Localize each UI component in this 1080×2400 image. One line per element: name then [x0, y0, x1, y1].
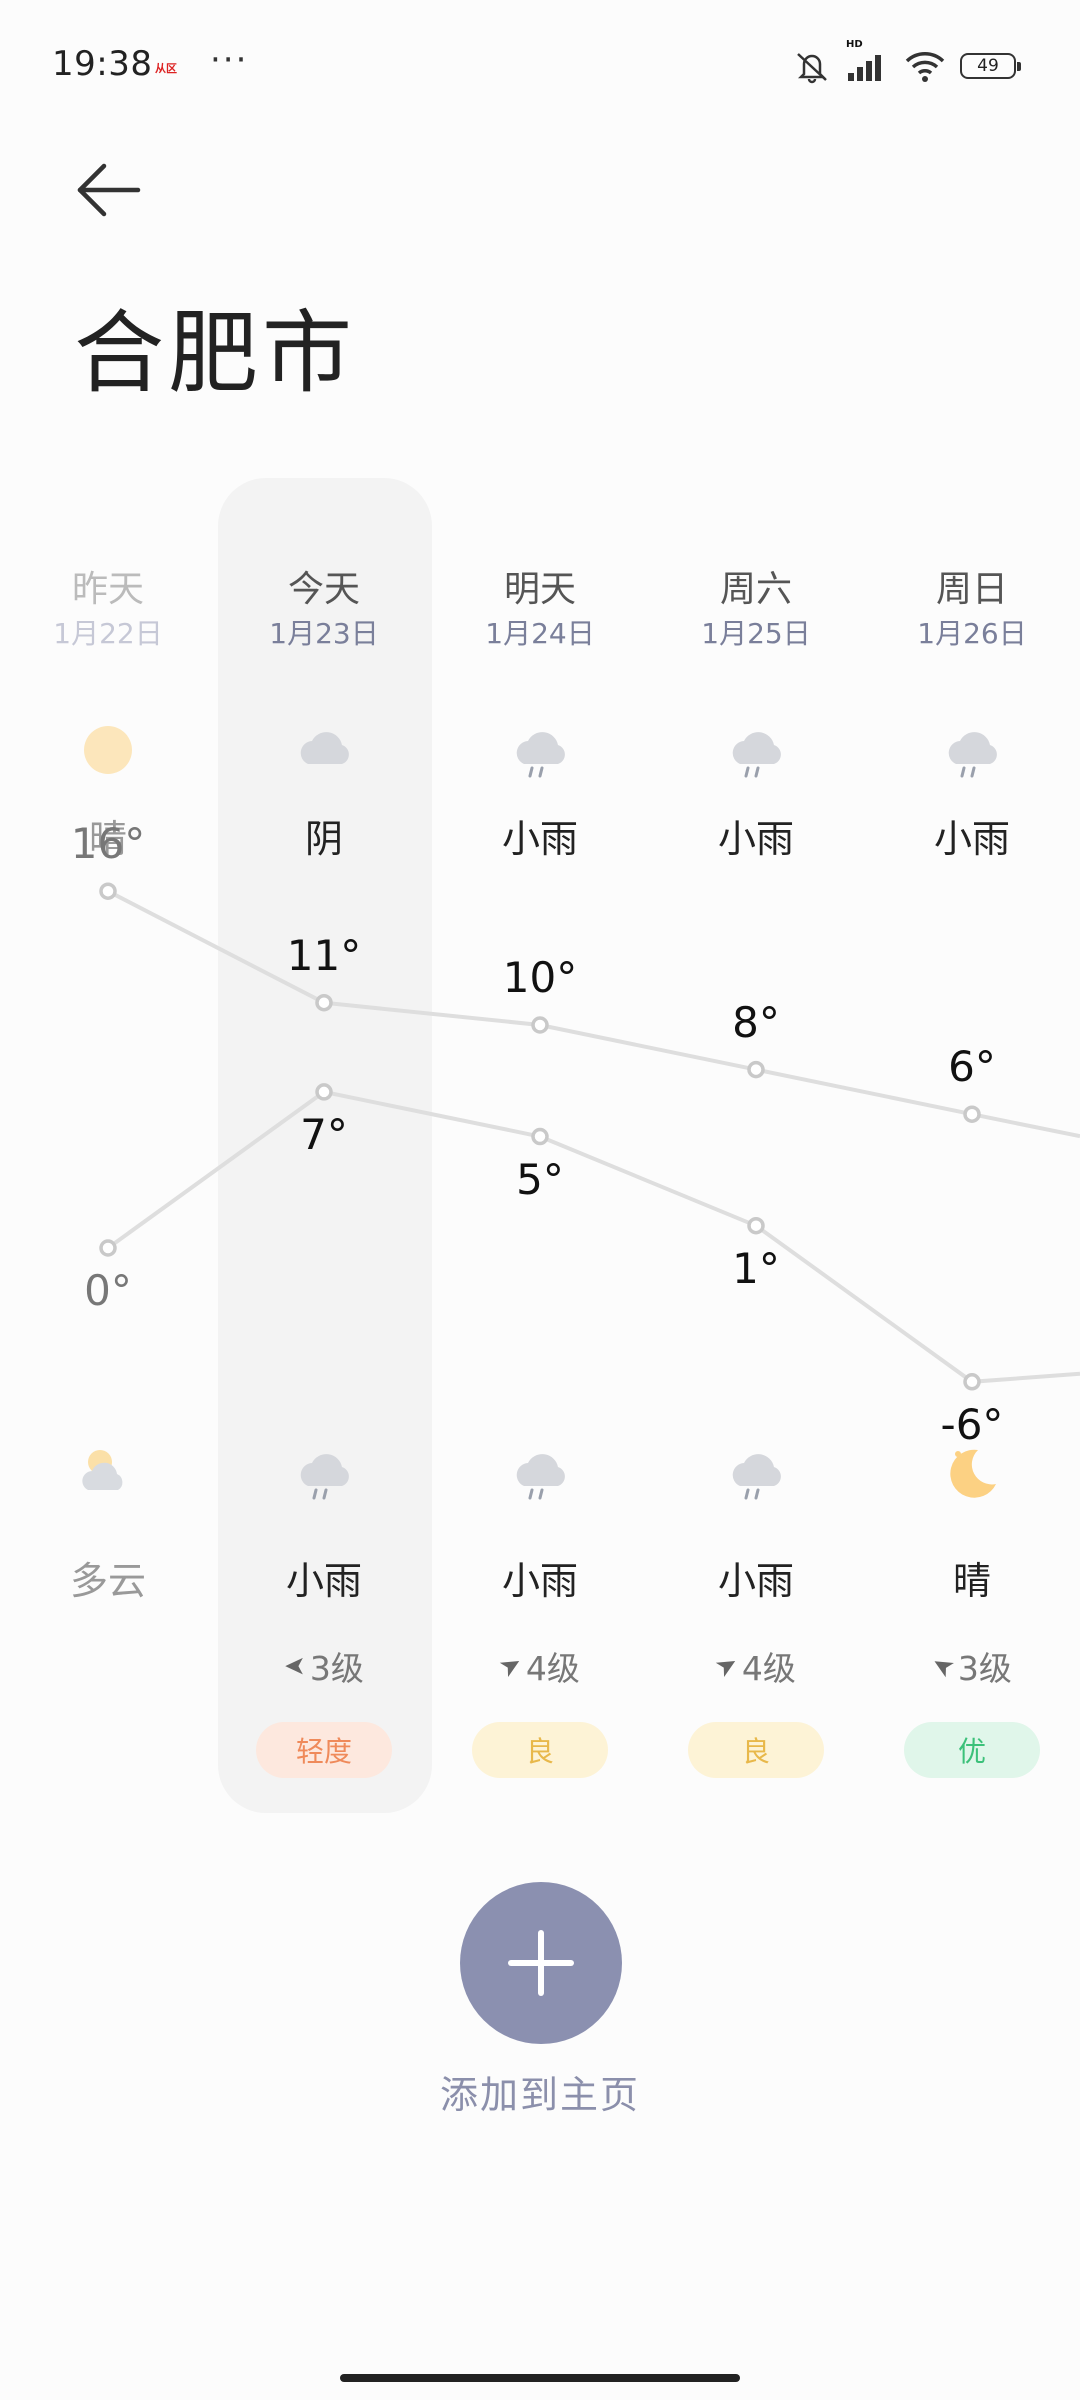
light-rain-icon — [726, 720, 786, 780]
night-condition: 小雨 — [285, 1559, 362, 1603]
wind-direction-icon: ➤ — [710, 1647, 744, 1685]
date-label: 1月22日 — [53, 617, 163, 650]
wind-label: 3级 — [309, 1649, 364, 1688]
day-label: 昨天 — [71, 569, 144, 610]
day-condition: 小雨 — [933, 817, 1010, 861]
day-condition: 小雨 — [501, 817, 578, 861]
high-temp-label: 16° — [70, 819, 146, 869]
light-rain-icon — [726, 1442, 786, 1502]
light-rain-icon — [942, 720, 1002, 780]
cloud-icon — [294, 720, 354, 780]
wind-direction-icon: ➤ — [926, 1647, 960, 1685]
night-condition: 小雨 — [717, 1559, 794, 1603]
day-condition: 阴 — [304, 817, 343, 861]
wind-level: ➤ 4级 — [648, 1642, 864, 1690]
wind-level: ➤ 3级 — [864, 1642, 1080, 1690]
night-condition: 晴 — [952, 1559, 991, 1603]
day-label: 明天 — [503, 569, 576, 610]
wind-label: 3级 — [957, 1649, 1012, 1688]
day-column[interactable]: 周日 1月26日 小雨 晴 ➤ 3级优 — [864, 0, 1080, 1800]
high-temp-label: 8° — [732, 997, 780, 1047]
day-label: 周六 — [719, 569, 792, 610]
home-indicator[interactable] — [340, 2374, 740, 2382]
light-rain-icon — [510, 720, 570, 780]
aqi-badge: 良 — [688, 1722, 824, 1778]
day-column[interactable]: 昨天 1月22日晴 多云 — [0, 0, 216, 1800]
wind-label: 4级 — [525, 1649, 580, 1688]
low-temp-label: 7° — [300, 1109, 348, 1159]
day-column[interactable]: 今天 1月23日阴 小雨 ➤ 3级轻度 — [216, 0, 432, 1800]
date-label: 1月24日 — [485, 617, 595, 650]
day-label: 周日 — [935, 569, 1008, 610]
wind-label: 4级 — [741, 1649, 796, 1688]
low-temp-label: -6° — [940, 1399, 1004, 1449]
moon-icon — [942, 1442, 1002, 1502]
plus-icon — [508, 1930, 574, 1996]
day-label: 今天 — [287, 569, 360, 610]
day-condition: 小雨 — [717, 817, 794, 861]
aqi-badge: 良 — [472, 1722, 608, 1778]
night-condition: 多云 — [69, 1559, 146, 1603]
date-label: 1月23日 — [269, 617, 379, 650]
wind-direction-icon: ➤ — [494, 1647, 528, 1685]
aqi-badge: 优 — [904, 1722, 1040, 1778]
high-temp-label: 6° — [948, 1042, 996, 1092]
low-temp-label: 1° — [732, 1243, 780, 1293]
sun-icon — [78, 720, 138, 780]
day-column[interactable]: 明天 1月24日 小雨 小雨 ➤ 4级良 — [432, 0, 648, 1800]
date-label: 1月26日 — [917, 617, 1027, 650]
light-rain-icon — [294, 1442, 354, 1502]
wind-direction-icon: ➤ — [284, 1651, 306, 1681]
high-temp-label: 10° — [502, 953, 578, 1002]
add-to-home-button[interactable] — [460, 1882, 622, 2044]
date-label: 1月25日 — [701, 617, 811, 650]
day-column[interactable]: 周六 1月25日 小雨 小雨 ➤ 4级良 — [648, 0, 864, 1800]
light-rain-icon — [510, 1442, 570, 1502]
low-temp-label: 0° — [84, 1266, 132, 1315]
partly-cloudy-night-icon — [78, 1442, 138, 1502]
add-to-home-label[interactable]: 添加到主页 — [0, 2064, 1080, 2119]
wind-level: ➤ 4级 — [432, 1642, 648, 1690]
wind-level: ➤ 3级 — [216, 1642, 432, 1690]
aqi-badge: 轻度 — [256, 1722, 392, 1778]
low-temp-label: 5° — [516, 1154, 564, 1204]
night-condition: 小雨 — [501, 1559, 578, 1603]
high-temp-label: 11° — [286, 930, 362, 980]
